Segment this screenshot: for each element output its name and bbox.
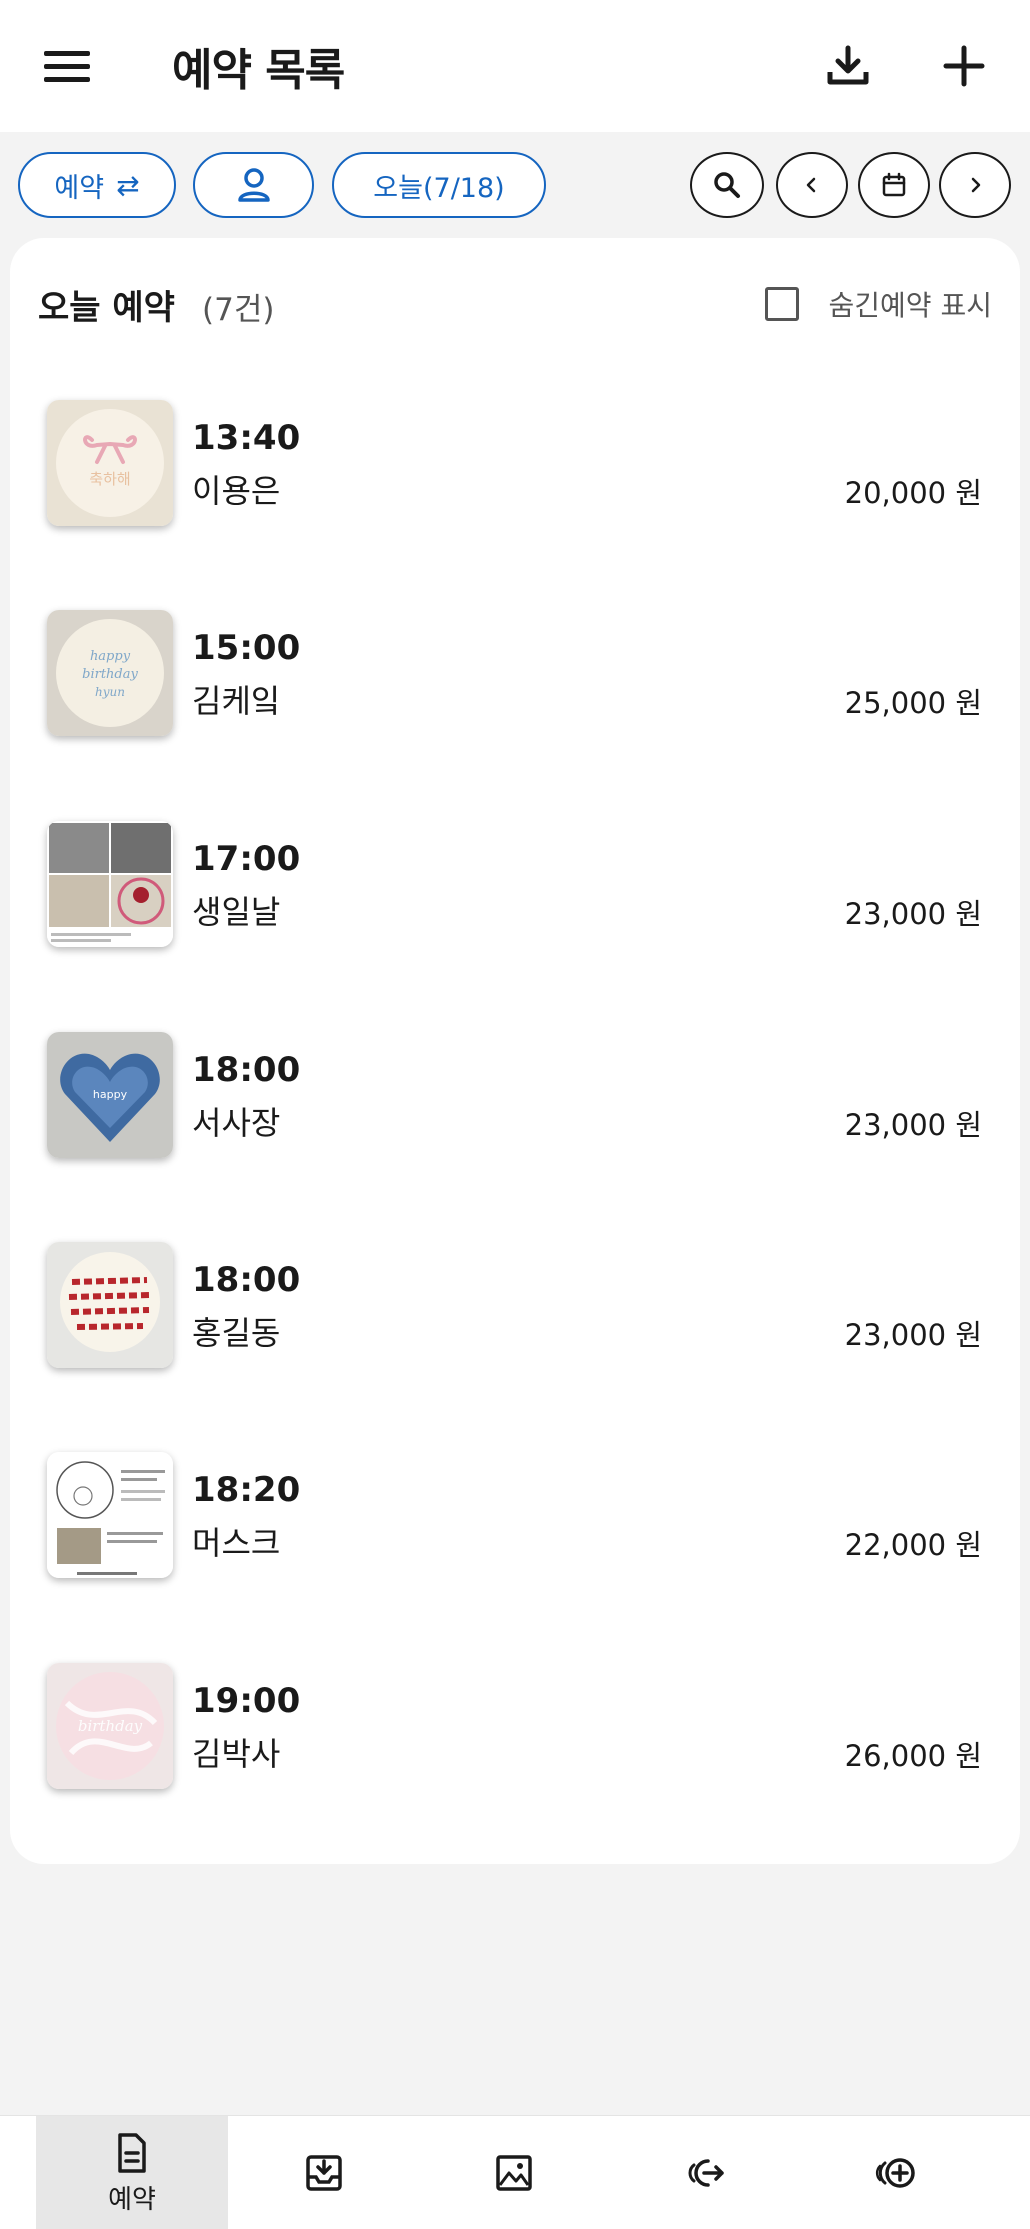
svg-text:happy: happy [93, 1088, 128, 1101]
swap-icon: ⇄ [116, 168, 140, 202]
section-title: 오늘 예약 [38, 288, 175, 328]
show-hidden-checkbox[interactable] [764, 287, 799, 321]
nav-inbox[interactable] [228, 2116, 420, 2229]
svg-text:happy: happy [90, 649, 131, 664]
reservation-time: 19:00 [192, 1681, 301, 1721]
search-button[interactable] [690, 152, 764, 218]
customer-name: 생일날 [192, 893, 281, 931]
reservation-row[interactable]: 18:20 머스크 22,000 원 [10, 1442, 1020, 1582]
reservation-row[interactable]: birthday 19:00 김박사 26,000 원 [10, 1653, 1020, 1793]
reservation-time: 18:00 [192, 1260, 301, 1300]
reservation-price: 23,000 원 [844, 897, 982, 931]
reservation-row[interactable]: happy 18:00 서사장 23,000 원 [10, 1022, 1020, 1162]
customer-name: 서사장 [192, 1104, 281, 1142]
person-icon [237, 168, 270, 202]
reservation-time: 15:00 [192, 628, 301, 668]
menu-icon[interactable] [44, 46, 90, 86]
type-filter-label: 예약 [54, 172, 105, 204]
svg-text:birthday: birthday [78, 1717, 143, 1735]
nav-reservations[interactable]: 예약 [36, 2116, 228, 2229]
download-icon[interactable] [822, 40, 874, 92]
reservation-time: 18:20 [192, 1470, 301, 1510]
next-day-button[interactable] [939, 152, 1011, 218]
search-icon [714, 172, 740, 198]
bottom-navigation: 예약 [0, 2115, 1030, 2229]
date-filter-pill[interactable]: 오늘(7/18) [332, 152, 546, 218]
nav-gallery[interactable] [418, 2116, 610, 2229]
customer-name: 김케잌 [192, 682, 281, 720]
date-filter-label: 오늘(7/18) [373, 172, 505, 204]
reservation-price: 22,000 원 [844, 1528, 982, 1562]
chevron-right-icon [971, 177, 981, 193]
customer-name: 이용은 [192, 472, 281, 510]
show-hidden-label: 숨긴예약 표시 [828, 289, 992, 322]
reservation-row[interactable]: happy birthday hyun 15:00 김케잌 25,000 원 [10, 600, 1020, 740]
filter-bar: 예약 ⇄ 오늘(7/18) [0, 148, 1030, 220]
svg-text:birthday: birthday [82, 667, 138, 682]
page-title: 예약 목록 [172, 45, 345, 96]
reservation-row[interactable]: 18:00 홍길동 23,000 원 [10, 1232, 1020, 1372]
reference-thumbnail [47, 821, 173, 947]
cake-thumbnail: birthday [47, 1663, 173, 1789]
reservation-count: (7건) [202, 292, 275, 328]
reservation-price: 23,000 원 [844, 1108, 982, 1142]
reservation-price: 23,000 원 [844, 1318, 982, 1352]
reservation-time: 13:40 [192, 418, 301, 458]
reservation-row[interactable]: 17:00 생일날 23,000 원 [10, 811, 1020, 951]
previous-day-button[interactable] [776, 152, 848, 218]
cake-thumbnail: happy [47, 1032, 173, 1158]
nav-add[interactable] [800, 2116, 992, 2229]
chevron-left-icon [806, 177, 816, 193]
app-screen: 예약 목록 예약 ⇄ 오늘(7/18) 오늘 예약 (7건) 숨긴예약 표시 축… [0, 0, 1030, 2229]
add-circle-icon [875, 2158, 915, 2188]
nav-logout[interactable] [610, 2116, 802, 2229]
cake-thumbnail [47, 1242, 173, 1368]
inbox-download-icon [306, 2155, 342, 2191]
calendar-button[interactable] [858, 152, 930, 218]
person-filter-pill[interactable] [193, 152, 314, 218]
show-hidden-toggle[interactable]: 숨긴예약 표시 [764, 284, 992, 324]
customer-name: 머스크 [192, 1524, 281, 1562]
reservation-price: 26,000 원 [844, 1739, 982, 1773]
reservation-card: 오늘 예약 (7건) 숨긴예약 표시 축하해 13:40 이용은 20,000 … [10, 238, 1020, 1864]
reservation-time: 18:00 [192, 1050, 301, 1090]
reservation-row[interactable]: 축하해 13:40 이용은 20,000 원 [10, 390, 1020, 530]
reservation-time: 17:00 [192, 839, 301, 879]
customer-name: 홍길동 [192, 1314, 281, 1352]
reservation-price: 20,000 원 [844, 476, 982, 510]
logout-icon [688, 2159, 724, 2187]
app-bar: 예약 목록 [0, 0, 1030, 132]
svg-text:hyun: hyun [95, 685, 125, 699]
customer-name: 김박사 [192, 1735, 281, 1773]
document-icon [118, 2132, 146, 2173]
plus-icon[interactable] [938, 40, 990, 92]
cake-thumbnail: happy birthday hyun [47, 610, 173, 736]
type-filter-pill[interactable]: 예약 ⇄ [18, 152, 176, 218]
gallery-icon [496, 2155, 532, 2191]
reference-thumbnail [47, 1452, 173, 1578]
cake-thumbnail: 축하해 [47, 400, 173, 526]
calendar-icon [882, 172, 906, 197]
reservation-price: 25,000 원 [844, 686, 982, 720]
svg-text:축하해: 축하해 [89, 470, 130, 488]
nav-reservations-label: 예약 [108, 2184, 156, 2215]
